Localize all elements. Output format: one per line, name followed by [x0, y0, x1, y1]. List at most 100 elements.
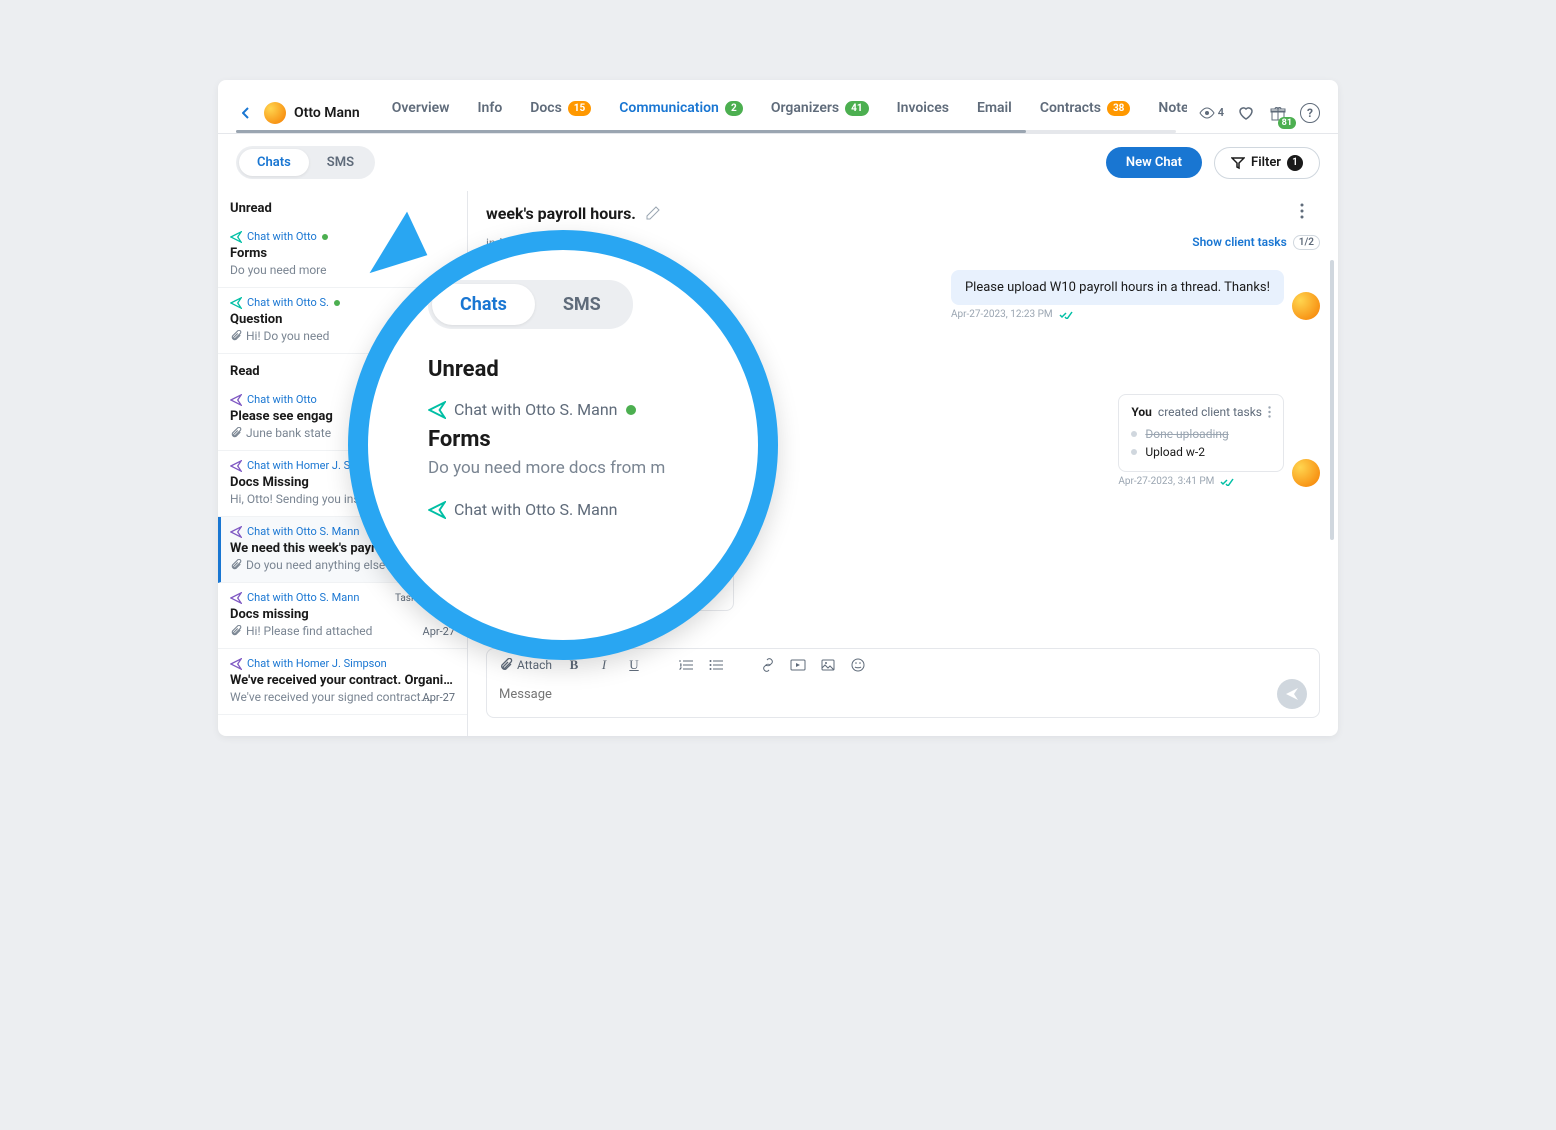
gift-icon[interactable]: 81: [1268, 103, 1288, 123]
magnifier-preview: Do you need more docs from m: [428, 458, 748, 478]
send-icon: [230, 394, 242, 406]
magnifier-title: Forms: [428, 427, 748, 452]
nav-tabs: OverviewInfoDocs15Communication2Organize…: [380, 92, 1187, 133]
tab-email[interactable]: Email: [965, 92, 1024, 133]
conversation-header: week's payroll hours.: [468, 191, 1338, 235]
online-dot: [626, 405, 636, 415]
favorite-icon[interactable]: [1236, 103, 1256, 123]
filter-label: Filter: [1251, 155, 1281, 170]
read-receipt-icon: [1059, 311, 1073, 319]
tab-notes[interactable]: Notes: [1146, 92, 1186, 133]
chat-preview: Do you need more: [230, 263, 455, 277]
send-icon: [428, 401, 446, 419]
attachment-icon: [230, 427, 242, 439]
conversation-title: week's payroll hours.: [486, 204, 636, 223]
tab-overview[interactable]: Overview: [380, 92, 462, 133]
magnifier-section: Unread: [428, 357, 748, 382]
chat-from: Chat with Homer J. Si: [247, 459, 353, 472]
views-icon[interactable]: 4: [1199, 103, 1224, 123]
chat-preview: We've received your signed contract.…: [230, 690, 455, 704]
sms-pill[interactable]: SMS: [309, 149, 372, 176]
task-menu-icon[interactable]: [1268, 406, 1271, 418]
chats-pill[interactable]: Chats: [239, 149, 309, 176]
magnifier-meta2: Chat with Otto S. Mann: [454, 500, 618, 519]
tab-info[interactable]: Info: [466, 92, 515, 133]
online-dot: [322, 234, 328, 240]
task-card: You created client tasks Done uploadingU…: [1118, 394, 1284, 472]
tab-contracts[interactable]: Contracts38: [1028, 92, 1143, 133]
header: Otto Mann OverviewInfoDocs15Communicatio…: [218, 80, 1338, 134]
chat-from: Chat with Otto: [247, 230, 317, 243]
read-receipt-icon: [1220, 478, 1234, 486]
message-input[interactable]: [499, 683, 1277, 706]
chat-from: Chat with Homer J. Simpson: [247, 657, 387, 670]
underline-icon[interactable]: U: [626, 657, 642, 673]
send-button[interactable]: [1277, 679, 1307, 709]
views-count: 4: [1218, 106, 1224, 119]
send-icon: [230, 460, 242, 472]
sender-avatar: [1292, 292, 1320, 320]
image-icon[interactable]: [820, 657, 836, 673]
edit-title-icon[interactable]: [646, 206, 660, 220]
messages-scrollbar[interactable]: [1330, 260, 1334, 540]
show-client-tasks-link[interactable]: Show client tasks 1/2: [1192, 235, 1320, 250]
tasks-count-badge: 1/2: [1293, 235, 1320, 250]
send-icon: [230, 231, 242, 243]
back-button[interactable]: [236, 103, 256, 123]
tab-badge: 15: [568, 101, 591, 116]
attachment-icon: [230, 330, 242, 342]
chat-date: Apr-27: [423, 691, 455, 704]
task-time: Apr-27-2023, 3:41 PM: [1118, 476, 1214, 487]
subtab-pills: Chats SMS: [236, 146, 375, 179]
chat-from: Chat with Otto S. Mann: [247, 525, 359, 538]
chat-preview: Hi! Please find attached: [230, 624, 455, 638]
tab-organizers[interactable]: Organizers41: [759, 92, 881, 133]
magnifier-sms-pill: SMS: [535, 284, 629, 325]
tab-communication[interactable]: Communication2: [607, 92, 755, 133]
help-icon[interactable]: ?: [1300, 103, 1320, 123]
filter-button[interactable]: Filter 1: [1214, 147, 1320, 179]
link-icon[interactable]: [760, 657, 776, 673]
chat-item[interactable]: Chat with Homer J. Simpson We've received…: [218, 649, 467, 715]
send-icon: [230, 658, 242, 670]
attach-button[interactable]: Attach: [499, 658, 552, 672]
video-icon[interactable]: [790, 657, 806, 673]
italic-icon[interactable]: I: [596, 657, 612, 673]
tab-docs[interactable]: Docs15: [518, 92, 603, 133]
new-chat-button[interactable]: New Chat: [1106, 147, 1202, 178]
tab-badge: 41: [845, 101, 868, 116]
section-unread: Unread: [218, 191, 467, 222]
task-item[interactable]: Done uploading: [1131, 425, 1271, 443]
send-icon: [230, 297, 242, 309]
send-icon: [428, 501, 446, 519]
client-name: Otto Mann: [294, 105, 360, 121]
ordered-list-icon[interactable]: [678, 657, 694, 673]
chat-from: Chat with Otto S. Mann: [247, 591, 359, 604]
message-composer: Attach B I U: [486, 648, 1320, 718]
task-dot: [1131, 449, 1137, 455]
tab-badge: 2: [725, 101, 743, 116]
tab-scroll-indicator: [236, 130, 1176, 133]
online-dot: [334, 300, 340, 306]
emoji-icon[interactable]: [850, 657, 866, 673]
gift-count-badge: 81: [1278, 117, 1296, 129]
bullet-list-icon[interactable]: [708, 657, 724, 673]
conversation-menu-icon[interactable]: [1300, 203, 1320, 223]
magnifier-chats-pill: Chats: [432, 284, 535, 325]
magnifier-overlay: Chats SMS Unread Chat with Otto S. Mann …: [348, 230, 778, 660]
chat-title: We've received your contract. Organizer …: [230, 673, 455, 688]
send-icon: [230, 526, 242, 538]
sender-avatar: [1292, 459, 1320, 487]
magnifier-pills: Chats SMS: [428, 280, 633, 329]
tab-invoices[interactable]: Invoices: [885, 92, 961, 133]
task-action: created client tasks: [1158, 405, 1262, 419]
task-actor: You: [1131, 405, 1152, 419]
client-avatar[interactable]: [264, 102, 286, 124]
send-icon: [230, 592, 242, 604]
task-item[interactable]: Upload w-2: [1131, 443, 1271, 461]
message-text: Please upload W10 payroll hours in a thr…: [951, 270, 1284, 305]
message-time: Apr-27-2023, 12:23 PM: [951, 309, 1053, 320]
tab-badge: 38: [1107, 101, 1130, 116]
task-dot: [1131, 431, 1137, 437]
header-actions: 4 81 ?: [1199, 103, 1320, 123]
